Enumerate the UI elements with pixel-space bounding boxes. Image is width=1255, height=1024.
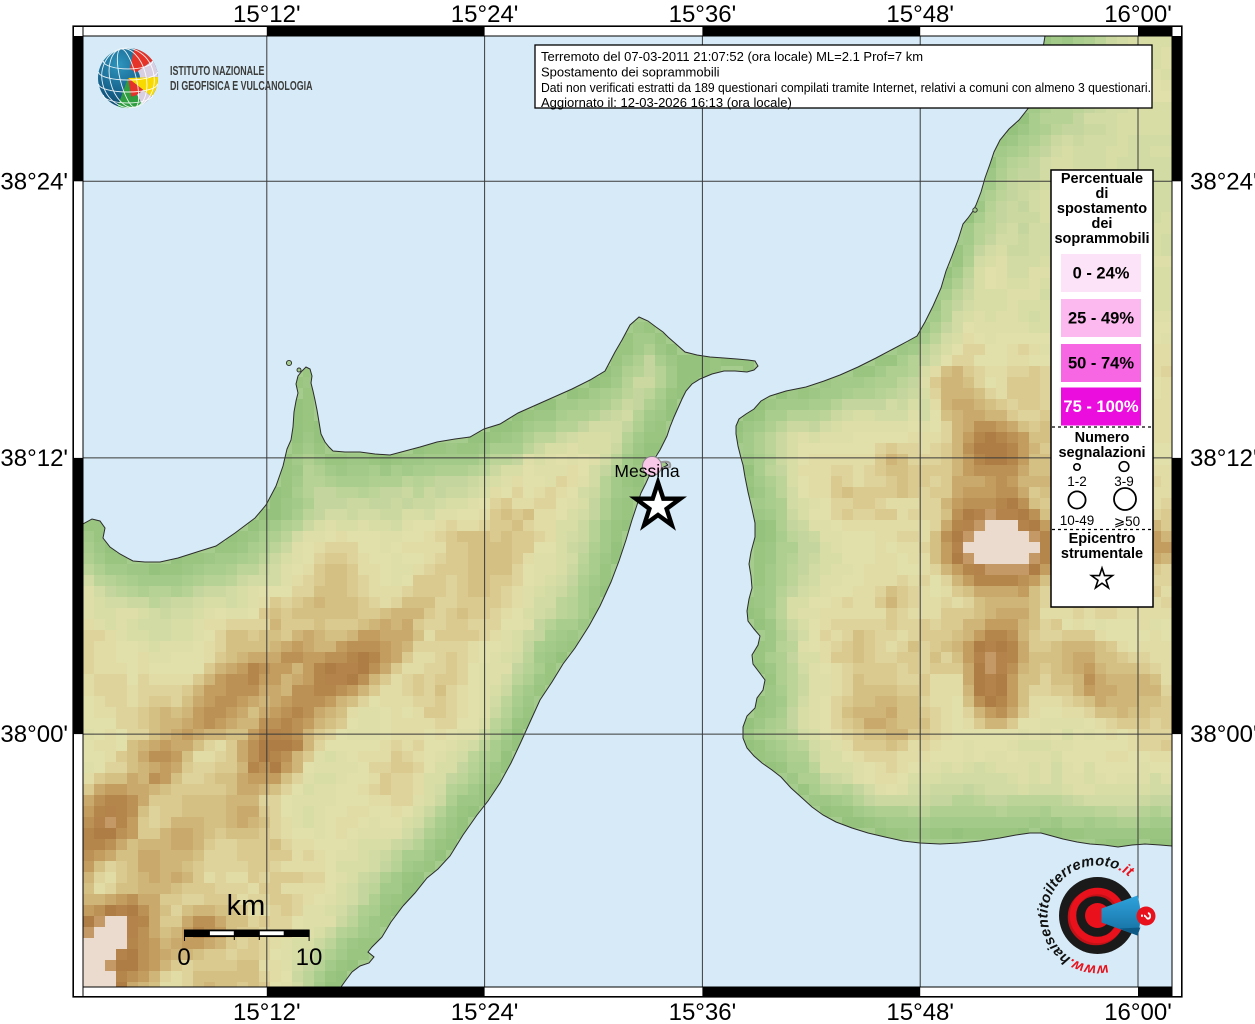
svg-text:segnalazioni: segnalazioni [1058,445,1145,461]
svg-text:38°00': 38°00' [1190,721,1255,748]
svg-text:16°00': 16°00' [1104,1,1172,28]
svg-text:Messina: Messina [614,461,679,481]
svg-text:di: di [1096,186,1109,202]
svg-text:75 - 100%: 75 - 100% [1063,398,1139,416]
svg-text:15°48': 15°48' [886,999,954,1024]
svg-text:⩾50: ⩾50 [1114,514,1140,529]
svg-text:ISTITUTO NAZIONALE: ISTITUTO NAZIONALE [170,65,264,79]
svg-text:15°36': 15°36' [669,1,737,28]
svg-text:25 - 49%: 25 - 49% [1068,310,1134,328]
svg-text:38°24': 38°24' [0,168,68,195]
svg-text:spostamento: spostamento [1057,201,1147,217]
svg-text:Percentuale: Percentuale [1061,171,1143,187]
svg-text:strumentale: strumentale [1061,546,1143,562]
svg-text:Aggiornato il: 12-03-2026 16:1: Aggiornato il: 12-03-2026 16:13 (ora loc… [541,95,792,110]
svg-text:Dati non verificati estratti d: Dati non verificati estratti da 189 ques… [541,80,1151,95]
svg-text:Terremoto del 07-03-2011 21:07: Terremoto del 07-03-2011 21:07:52 (ora l… [541,49,923,64]
svg-text:38°12': 38°12' [0,445,68,472]
svg-text:15°36': 15°36' [669,999,737,1024]
svg-text:15°24': 15°24' [451,1,519,28]
svg-text:Numero: Numero [1075,430,1130,446]
svg-text:38°12': 38°12' [1190,445,1255,472]
svg-text:dei: dei [1092,216,1113,232]
svg-text:DI GEOFISICA E VULCANOLOGIA: DI GEOFISICA E VULCANOLOGIA [170,80,313,94]
svg-text:Epicentro: Epicentro [1069,531,1136,547]
svg-text:Spostamento dei soprammobili: Spostamento dei soprammobili [541,65,720,80]
svg-text:0: 0 [177,944,190,971]
svg-text:50 - 74%: 50 - 74% [1068,355,1134,373]
svg-text:38°00': 38°00' [0,721,68,748]
svg-text:38°24': 38°24' [1190,168,1255,195]
svg-text:15°12': 15°12' [233,1,301,28]
svg-text:?: ? [1137,911,1154,920]
svg-text:16°00': 16°00' [1104,999,1172,1024]
svg-text:10-49: 10-49 [1060,513,1095,528]
svg-text:3-9: 3-9 [1114,474,1134,489]
svg-text:0 - 24%: 0 - 24% [1073,265,1130,283]
svg-text:15°12': 15°12' [233,999,301,1024]
svg-text:15°48': 15°48' [886,1,954,28]
svg-text:15°24': 15°24' [451,999,519,1024]
svg-text:1-2: 1-2 [1067,474,1087,489]
svg-text:10: 10 [296,944,323,971]
svg-text:soprammobili: soprammobili [1054,231,1149,247]
svg-text:km: km [227,890,266,922]
